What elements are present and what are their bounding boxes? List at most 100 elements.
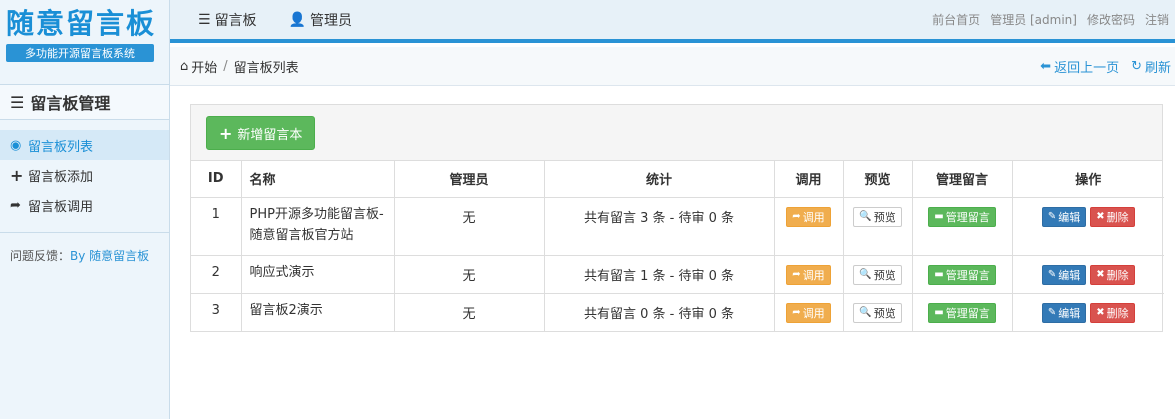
logo-title: 随意留言板 (6, 7, 157, 40)
cell-call: ➦ 调用 (774, 197, 844, 256)
sidebar-item-label: 留言板调用 (28, 199, 94, 215)
comment-icon: ▬ (934, 269, 944, 280)
top-nav-guestbook[interactable]: ☰ 留言板 (198, 10, 257, 30)
logout-link[interactable]: 注销 (1145, 11, 1169, 28)
preview-label: 预览 (873, 210, 896, 224)
breadcrumb-current: 留言板列表 (233, 60, 299, 76)
table-row: 1 PHP开源多功能留言板-随意留言板官方站 无 共有留言 3 条 - 待审 0… (191, 197, 1164, 256)
back-label: 返回上一页 (1054, 60, 1120, 76)
cell-manage: ▬ 管理留言 (912, 255, 1013, 294)
cell-id: 1 (191, 197, 242, 256)
feedback-label: 问题反馈： (10, 249, 71, 263)
call-button[interactable]: ➦ 调用 (786, 302, 831, 323)
cell-preview: 🔍 预览 (843, 255, 913, 294)
delete-label: 删除 (1106, 268, 1129, 282)
manage-messages-button[interactable]: ▬ 管理留言 (928, 264, 996, 285)
panel-header: + 新增留言本 (191, 105, 1162, 161)
preview-label: 预览 (873, 268, 896, 282)
breadcrumb-bar: ⌂ 开始 / 留言板列表 ⬅ 返回上一页 ↻ 刷新 (170, 47, 1175, 86)
delete-button[interactable]: ✖ 删除 (1090, 206, 1135, 227)
manage-messages-button[interactable]: ▬ 管理留言 (928, 206, 996, 227)
cell-preview: 🔍 预览 (843, 197, 913, 256)
cell-name: 响应式演示 (241, 255, 395, 294)
col-header-manage: 管理留言 (912, 161, 1013, 198)
call-label: 调用 (802, 268, 825, 282)
add-guestbook-button[interactable]: + 新增留言本 (206, 116, 316, 150)
col-header-call: 调用 (774, 161, 844, 198)
plus-icon: + (10, 165, 24, 185)
user-icon: 👤 (288, 11, 306, 28)
sidebar-header: ☰ 留言板管理 (0, 84, 169, 120)
cell-call: ➦ 调用 (774, 255, 844, 294)
refresh-label: 刷新 (1144, 60, 1171, 76)
cell-stats: 共有留言 3 条 - 待审 0 条 (544, 197, 775, 256)
search-icon: 🔍 (859, 269, 872, 280)
cell-ops: ✎ 编辑 ✖ 删除 (1012, 255, 1164, 294)
sidebar-item-list[interactable]: ◉ 留言板列表 (0, 130, 169, 160)
edit-button[interactable]: ✎ 编辑 (1041, 264, 1087, 285)
manage-label: 管理留言 (945, 306, 990, 320)
delete-button[interactable]: ✖ 删除 (1090, 264, 1135, 285)
list-icon: ☰ (10, 92, 25, 112)
cell-admin: 无 (394, 197, 545, 256)
col-header-ops: 操作 (1012, 161, 1164, 198)
cell-stats: 共有留言 1 条 - 待审 0 条 (544, 255, 775, 294)
share-icon: ➦ (10, 197, 21, 213)
delete-button[interactable]: ✖ 删除 (1090, 302, 1135, 323)
manage-label: 管理留言 (945, 210, 990, 224)
edit-button[interactable]: ✎ 编辑 (1041, 206, 1087, 227)
cell-call: ➦ 调用 (774, 293, 844, 331)
list-icon: ☰ (198, 11, 211, 28)
edit-button[interactable]: ✎ 编辑 (1041, 302, 1087, 323)
search-icon: 🔍 (859, 211, 872, 222)
table-header-row: ID 名称 管理员 统计 调用 预览 管理留言 操作 (191, 161, 1164, 198)
cell-preview: 🔍 预览 (843, 293, 913, 331)
home-icon: ⌂ (180, 58, 189, 74)
cell-ops: ✎ 编辑 ✖ 删除 (1012, 197, 1164, 256)
change-password-link[interactable]: 修改密码 (1087, 11, 1135, 28)
preview-button[interactable]: 🔍 预览 (853, 302, 902, 323)
edit-icon: ✎ (1047, 211, 1057, 222)
guestbook-panel: + 新增留言本 ID 名称 管理员 统计 调用 预览 管理留言 操作 1 PHP… (190, 104, 1164, 332)
logo: 随意留言板 多功能开源留言板系统 (0, 0, 169, 72)
call-button[interactable]: ➦ 调用 (786, 206, 831, 227)
close-icon: ✖ (1096, 307, 1105, 318)
logo-subtitle: 多功能开源留言板系统 (6, 44, 154, 62)
feedback: 问题反馈：By 随意留言板 (0, 232, 169, 264)
preview-button[interactable]: 🔍 预览 (853, 264, 902, 285)
comment-icon: ▬ (934, 211, 944, 222)
sidebar-item-add[interactable]: + 留言板添加 (0, 160, 169, 190)
breadcrumb-home[interactable]: 开始 (191, 57, 217, 76)
cell-manage: ▬ 管理留言 (912, 197, 1013, 256)
manage-messages-button[interactable]: ▬ 管理留言 (928, 302, 996, 323)
table-row: 2 响应式演示 无 共有留言 1 条 - 待审 0 条 ➦ 调用 🔍 预览 ▬ 管理留… (191, 255, 1164, 294)
cell-name: PHP开源多功能留言板-随意留言板官方站 (241, 197, 395, 256)
call-label: 调用 (802, 306, 825, 320)
search-icon: 🔍 (859, 307, 872, 318)
guestbook-table: ID 名称 管理员 统计 调用 预览 管理留言 操作 1 PHP开源多功能留言板… (191, 161, 1164, 331)
refresh-button[interactable]: ↻ 刷新 (1131, 57, 1171, 76)
back-button[interactable]: ⬅ 返回上一页 (1040, 57, 1119, 76)
manage-label: 管理留言 (945, 268, 990, 282)
admin-user-link[interactable]: 管理员 [admin] (990, 11, 1077, 28)
preview-label: 预览 (873, 306, 896, 320)
plus-icon: + (219, 123, 233, 143)
col-header-preview: 预览 (843, 161, 913, 198)
edit-label: 编辑 (1058, 268, 1081, 282)
col-header-name: 名称 (241, 161, 395, 198)
col-header-stats: 统计 (544, 161, 775, 198)
top-nav-admin[interactable]: 👤 管理员 (289, 10, 352, 30)
preview-button[interactable]: 🔍 预览 (853, 206, 902, 227)
call-label: 调用 (802, 210, 825, 224)
share-icon: ➦ (792, 307, 801, 318)
share-icon: ➦ (792, 269, 801, 280)
sidebar-item-call[interactable]: ➦ 留言板调用 (0, 190, 169, 220)
feedback-link[interactable]: By 随意留言板 (70, 249, 149, 263)
cell-id: 2 (191, 255, 242, 294)
call-button[interactable]: ➦ 调用 (786, 264, 831, 285)
frontpage-link[interactable]: 前台首页 (932, 11, 980, 28)
cell-name: 留言板2演示 (241, 293, 395, 331)
col-header-id: ID (191, 161, 242, 198)
comment-icon: ▬ (934, 307, 944, 318)
edit-icon: ✎ (1047, 307, 1057, 318)
